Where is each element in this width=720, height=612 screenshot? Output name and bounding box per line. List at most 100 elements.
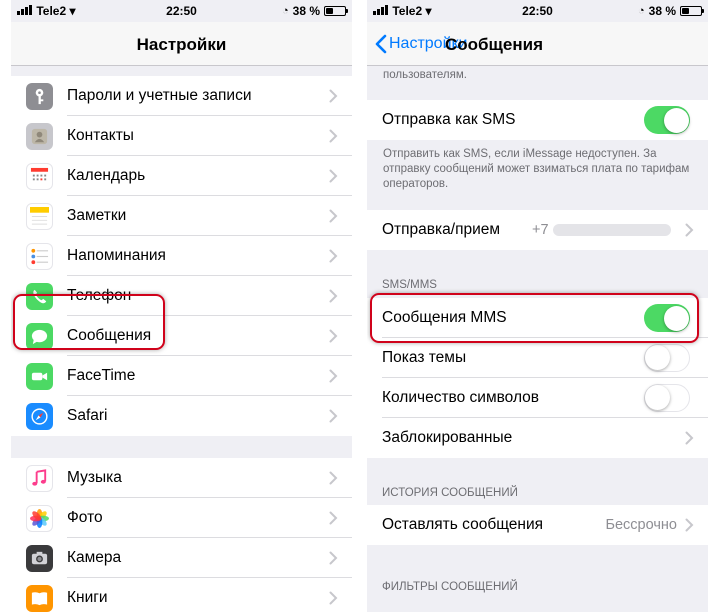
- sms-mms-header: SMS/MMS: [382, 279, 437, 291]
- send-as-sms-group: Отправка как SMS: [367, 100, 708, 140]
- page-title: Настройки: [136, 35, 227, 54]
- mms-row: Сообщения MMS: [367, 298, 708, 338]
- facetime-icon: [26, 362, 53, 390]
- send-receive-group: Отправка/прием +7: [367, 210, 708, 250]
- settings-row-facetime[interactable]: FaceTime: [11, 356, 352, 396]
- sms-mms-group: Сообщения MMS Показ темы Количество симв…: [367, 298, 708, 458]
- settings-row-calendar[interactable]: Календарь: [11, 156, 352, 196]
- chevron-right-icon: [329, 511, 338, 525]
- settings-row-camera[interactable]: Камера: [11, 538, 352, 578]
- battery-icon: [680, 6, 704, 16]
- key-icon: [26, 82, 53, 110]
- chevron-right-icon: [329, 169, 338, 183]
- settings-row-photos[interactable]: Фото: [11, 498, 352, 538]
- keep-messages-row[interactable]: Оставлять сообщения Бессрочно: [367, 505, 708, 545]
- show-subject-label: Показ темы: [382, 349, 467, 366]
- camera-icon: [26, 544, 53, 572]
- status-bar: Tele2 ▾ 22:50 ◔ 38 %: [11, 0, 352, 22]
- chevron-right-icon: [329, 329, 338, 343]
- char-count-row: Количество символов: [367, 378, 708, 418]
- settings-row-label: Камера: [67, 549, 122, 566]
- settings-row-label: Напоминания: [67, 247, 166, 264]
- send-receive-row[interactable]: Отправка/прием +7: [367, 210, 708, 250]
- chevron-right-icon: [329, 129, 338, 143]
- char-count-toggle[interactable]: [644, 384, 690, 412]
- reminders-icon: [26, 242, 53, 270]
- history-header: ИСТОРИЯ СООБЩЕНИЙ: [382, 487, 518, 499]
- chevron-right-icon: [685, 223, 694, 237]
- alarm-icon: ◔: [281, 5, 289, 17]
- hidden-number: [552, 224, 671, 237]
- messages-settings-screen: Tele2 ▾ 22:50 ◔ 38 % Настройки Сообщения…: [367, 0, 708, 612]
- battery-percent: 38 %: [648, 4, 676, 18]
- battery-icon: [324, 6, 348, 16]
- blocked-row[interactable]: Заблокированные: [367, 418, 708, 458]
- settings-list-1: Пароли и учетные записи Контакты Календарь…: [11, 76, 352, 436]
- settings-row-music[interactable]: Музыка: [11, 458, 352, 498]
- settings-row-label: Сообщения: [67, 327, 152, 344]
- show-subject-row: Показ темы: [367, 338, 708, 378]
- send-as-sms-row: Отправка как SMS: [367, 100, 708, 140]
- chevron-right-icon: [329, 409, 338, 423]
- settings-row-label: FaceTime: [67, 367, 136, 384]
- chevron-right-icon: [329, 591, 338, 605]
- messages-icon: [26, 322, 53, 350]
- nav-bar: Настройки: [11, 22, 352, 66]
- page-title: Сообщения: [445, 35, 543, 54]
- chevron-left-icon: [375, 34, 387, 54]
- nav-bar: Настройки Сообщения: [367, 22, 708, 66]
- blocked-label: Заблокированные: [382, 429, 513, 446]
- settings-row-key[interactable]: Пароли и учетные записи: [11, 76, 352, 116]
- chevron-right-icon: [329, 471, 338, 485]
- notes-icon: [26, 202, 53, 230]
- calendar-icon: [26, 162, 53, 190]
- settings-row-notes[interactable]: Заметки: [11, 196, 352, 236]
- send-as-sms-toggle[interactable]: [644, 106, 690, 134]
- chevron-right-icon: [685, 431, 694, 445]
- chevron-right-icon: [329, 249, 338, 263]
- music-icon: [26, 464, 53, 492]
- settings-row-reminders[interactable]: Напоминания: [11, 236, 352, 276]
- settings-row-messages[interactable]: Сообщения: [11, 316, 352, 356]
- phone-icon: [26, 282, 53, 310]
- history-group: Оставлять сообщения Бессрочно: [367, 505, 708, 545]
- phone-number: +7: [532, 222, 549, 238]
- settings-row-label: Заметки: [67, 207, 127, 224]
- settings-row-label: Фото: [67, 509, 103, 526]
- mms-label: Сообщения MMS: [382, 309, 507, 326]
- top-note: пользователям.: [367, 68, 708, 83]
- books-icon: [26, 584, 53, 612]
- status-bar: Tele2 ▾ 22:50 ◔ 38 %: [367, 0, 708, 22]
- settings-row-label: Пароли и учетные записи: [67, 87, 252, 104]
- char-count-label: Количество символов: [382, 389, 540, 406]
- settings-row-label: Календарь: [67, 167, 146, 184]
- chevron-right-icon: [329, 551, 338, 565]
- settings-list-2: Музыка Фото Камера Книги: [11, 458, 352, 612]
- chevron-right-icon: [329, 89, 338, 103]
- battery-percent: 38 %: [292, 4, 320, 18]
- photos-icon: [26, 504, 53, 532]
- settings-row-books[interactable]: Книги: [11, 578, 352, 612]
- settings-row-label: Safari: [67, 407, 108, 424]
- chevron-right-icon: [329, 209, 338, 223]
- settings-row-safari[interactable]: Safari: [11, 396, 352, 436]
- safari-icon: [26, 402, 53, 430]
- send-receive-label: Отправка/прием: [382, 221, 501, 238]
- settings-row-contacts[interactable]: Контакты: [11, 116, 352, 156]
- settings-row-label: Музыка: [67, 469, 122, 486]
- settings-row-phone[interactable]: Телефон: [11, 276, 352, 316]
- settings-screen: Tele2 ▾ 22:50 ◔ 38 % Настройки Пароли и …: [11, 0, 352, 612]
- contacts-icon: [26, 122, 53, 150]
- chevron-right-icon: [685, 518, 694, 532]
- settings-row-label: Телефон: [67, 287, 132, 304]
- sms-note: Отправить как SMS, если iMessage недосту…: [383, 148, 690, 190]
- keep-messages-value: Бессрочно: [605, 517, 677, 533]
- settings-row-label: Книги: [67, 589, 108, 606]
- show-subject-toggle[interactable]: [644, 344, 690, 372]
- mms-toggle[interactable]: [644, 304, 690, 332]
- filters-header: ФИЛЬТРЫ СООБЩЕНИЙ: [382, 581, 518, 593]
- alarm-icon: ◔: [637, 5, 645, 17]
- keep-messages-label: Оставлять сообщения: [382, 516, 544, 533]
- chevron-right-icon: [329, 289, 338, 303]
- chevron-right-icon: [329, 369, 338, 383]
